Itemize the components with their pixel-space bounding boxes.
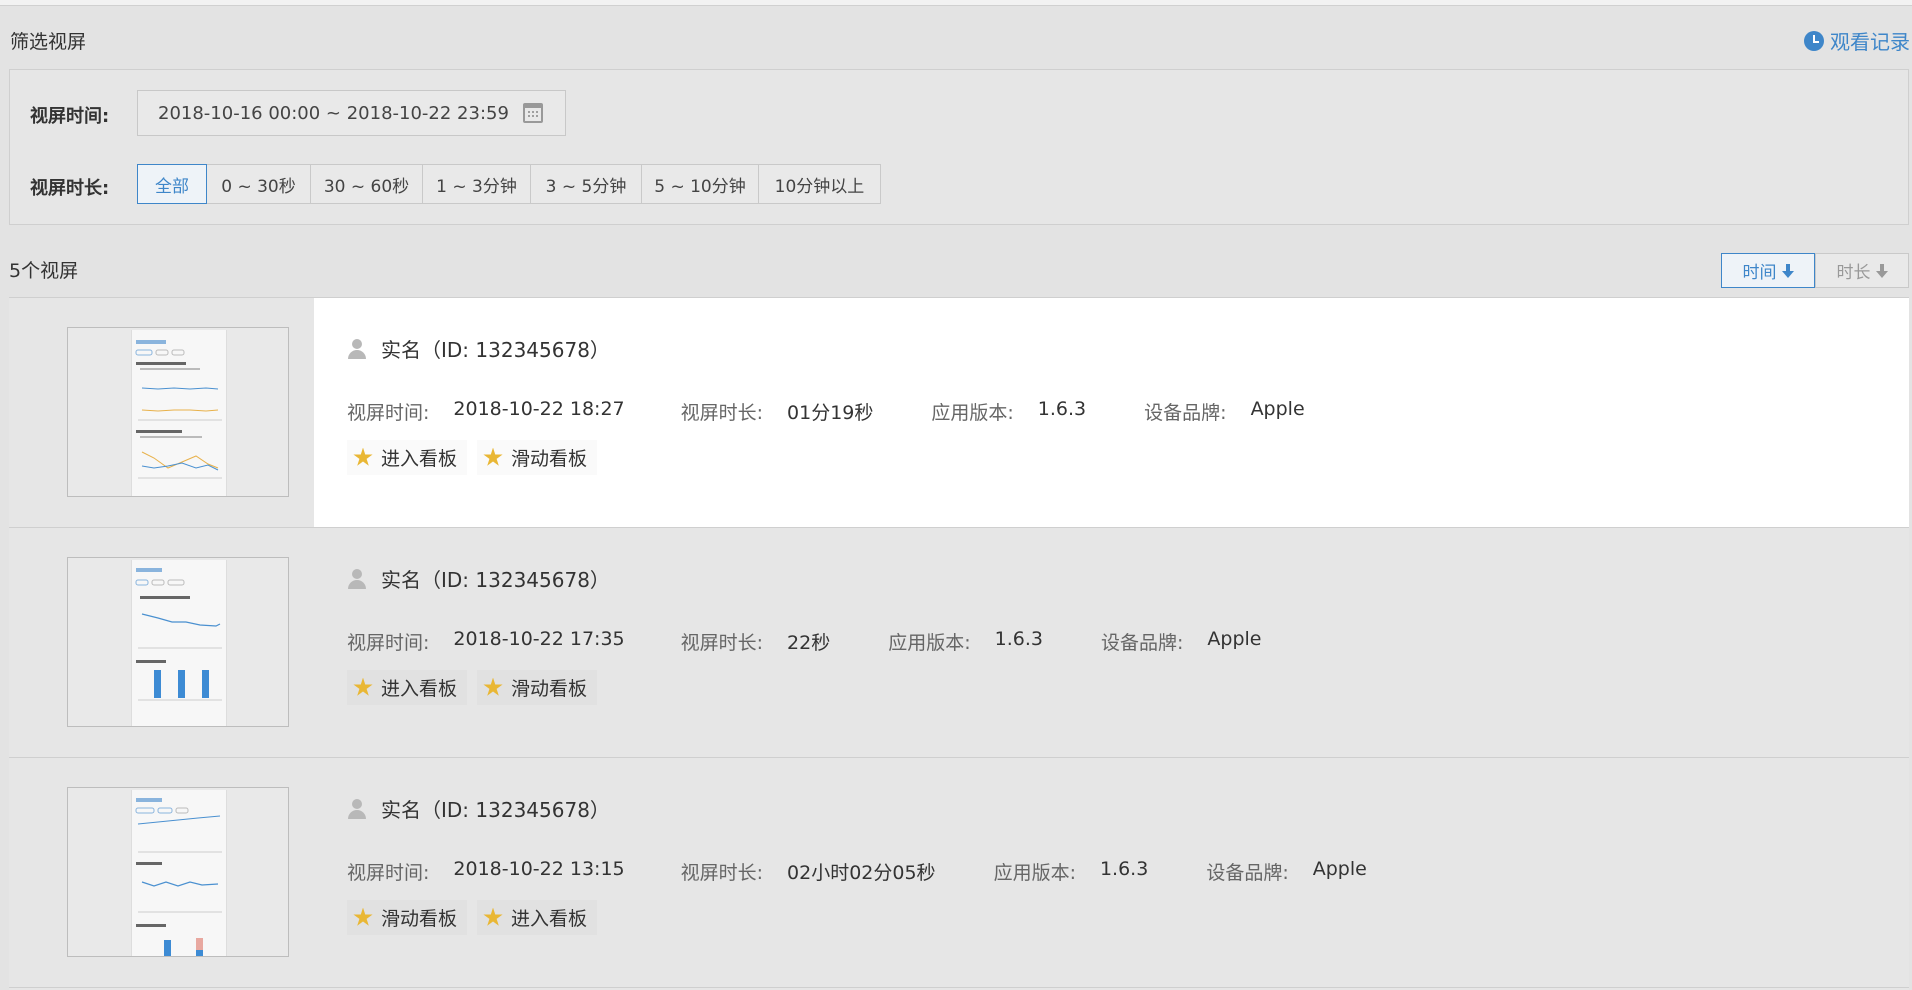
user-name: 实名（ID: 132345678） [381,338,610,362]
calendar-icon[interactable] [523,103,543,123]
date-range-value: 2018-10-16 00:00 ~ 2018-10-22 23:59 [158,102,509,124]
sort-group: 时间 时长 [1721,253,1909,288]
meta-time: 视屏时间: 2018-10-22 17:35 [347,628,625,654]
star-icon [353,677,373,696]
thumbnail-preview-graphic [135,798,222,956]
star-icon [353,447,373,466]
meta-version: 应用版本: 1.6.3 [931,398,1087,424]
row-tags: 进入看板 滑动看板 [347,670,597,705]
meta-brand: 设备品牌: Apple [1144,398,1305,424]
video-thumbnail[interactable] [67,327,289,497]
tag-chip[interactable]: 进入看板 [347,440,467,475]
meta-duration: 视屏时长: 01分19秒 [680,402,874,424]
user-name: 实名（ID: 132345678） [381,798,610,822]
row-user: 实名（ID: 132345678） [347,334,610,363]
filter-panel: 视屏时间: 2018-10-16 00:00 ~ 2018-10-22 23:5… [9,69,1909,225]
watch-history-link[interactable]: 观看记录 [1804,26,1910,55]
tag-chip[interactable]: 滑动看板 [347,900,467,935]
user-icon [347,798,367,819]
duration-option-30-60s[interactable]: 30 ~ 60秒 [311,164,423,204]
duration-option-all[interactable]: 全部 [137,164,207,204]
duration-option-3-5min[interactable]: 3 ~ 5分钟 [531,164,642,204]
video-row[interactable]: 实名（ID: 132345678） 视屏时间: 2018-10-22 17:35 … [9,527,1909,757]
user-icon [347,568,367,589]
video-thumbnail[interactable] [67,787,289,957]
tag-chip[interactable]: 进入看板 [477,900,597,935]
arrow-down-icon [1875,263,1888,278]
meta-time: 视屏时间: 2018-10-22 18:27 [347,398,625,424]
meta-brand: 设备品牌: Apple [1206,858,1367,884]
sort-duration-label: 时长 [1836,263,1871,283]
thumbnail-preview-graphic [135,568,222,701]
sort-by-duration-button[interactable]: 时长 [1815,253,1909,288]
row-tags: 进入看板 滑动看板 [347,440,597,475]
time-filter-label: 视屏时间: [30,106,110,127]
video-row[interactable]: 实名（ID: 132345678） 视屏时间: 2018-10-22 13:15 … [9,757,1909,987]
video-list: 实名（ID: 132345678） 视屏时间: 2018-10-22 18:27 … [9,297,1909,990]
date-range-picker[interactable]: 2018-10-16 00:00 ~ 2018-10-22 23:59 [137,90,566,136]
user-name: 实名（ID: 132345678） [381,568,610,592]
duration-option-10min-plus[interactable]: 10分钟以上 [759,164,881,204]
tag-chip[interactable]: 滑动看板 [477,670,597,705]
video-thumbnail[interactable] [67,557,289,727]
arrow-down-icon [1781,263,1794,278]
row-meta: 视屏时间: 2018-10-22 13:15 视屏时长: 02小时02分05秒 应用… [347,858,1417,885]
meta-duration: 视屏时长: 22秒 [680,632,831,654]
meta-version: 应用版本: 1.6.3 [993,858,1149,884]
duration-option-1-3min[interactable]: 1 ~ 3分钟 [423,164,531,204]
video-count-label: 5个视屏 [9,260,79,282]
meta-duration: 视屏时长: 02小时02分05秒 [680,862,936,884]
meta-version: 应用版本: 1.6.3 [888,628,1043,654]
row-meta: 视屏时间: 2018-10-22 17:35 视屏时长: 22秒 应用版本: 1.6.… [347,628,1311,655]
tag-chip[interactable]: 进入看板 [347,670,467,705]
thumbnail-preview-graphic [135,340,222,479]
meta-time: 视屏时间: 2018-10-22 13:15 [347,858,625,884]
row-meta: 视屏时间: 2018-10-22 18:27 视屏时长: 01分19秒 应用版本: 1… [347,398,1355,425]
video-row[interactable]: 实名（ID: 132345678） 视屏时间: 2018-10-22 18:27 … [9,297,1909,529]
clock-icon [1804,30,1824,51]
filter-section-title: 筛选视屏 [10,31,87,53]
star-icon [483,447,503,466]
tag-chip[interactable]: 滑动看板 [477,440,597,475]
row-user: 实名（ID: 132345678） [347,564,610,593]
star-icon [483,677,503,696]
row-tags: 滑动看板 进入看板 [347,900,597,935]
top-strip [0,0,1912,6]
sort-by-time-button[interactable]: 时间 [1721,253,1815,288]
user-icon [347,338,367,359]
duration-filter-group: 全部 0 ~ 30秒 30 ~ 60秒 1 ~ 3分钟 3 ~ 5分钟 5 ~ … [137,164,881,204]
star-icon [483,907,503,926]
meta-brand: 设备品牌: Apple [1100,628,1262,654]
sort-time-label: 时间 [1742,263,1777,283]
row-user: 实名（ID: 132345678） [347,794,610,823]
duration-option-5-10min[interactable]: 5 ~ 10分钟 [642,164,759,204]
watch-history-label: 观看记录 [1830,30,1910,54]
duration-filter-label: 视屏时长: [30,178,110,199]
star-icon [353,907,373,926]
duration-option-0-30s[interactable]: 0 ~ 30秒 [207,164,311,204]
